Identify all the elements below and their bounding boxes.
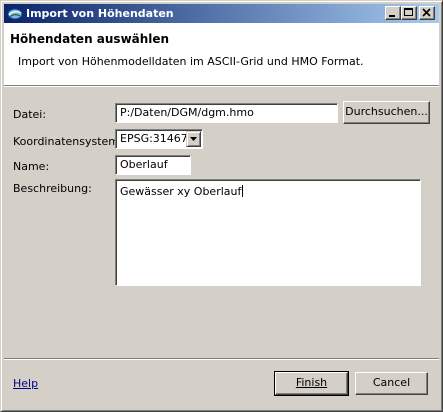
finish-button[interactable]: Finish [274,371,349,396]
crs-dropdown-button[interactable] [186,131,201,147]
page-description: Import von Höhenmodelldaten im ASCII-Gri… [18,55,364,68]
cancel-button[interactable]: Cancel [355,372,428,395]
window-title: Import von Höhendaten [26,7,174,20]
description-textarea[interactable]: Gewässer xy Oberlauf [115,179,421,286]
maximize-button[interactable] [401,6,417,20]
description-label: Beschreibung: [13,182,92,195]
name-label: Name: [13,160,50,173]
finish-button-label: Finish [295,376,328,389]
chevron-down-icon [190,137,197,141]
minimize-button[interactable] [385,6,401,20]
crs-select-value: EPSG:31467 [120,132,188,145]
file-label: Datei: [13,108,47,121]
globe-app-icon [7,8,23,20]
maximize-icon [404,8,413,16]
text-cursor [242,185,244,197]
footer-divider [4,358,439,360]
file-path-input[interactable]: P:/Daten/DGM/dgm.hmo [115,103,338,123]
header-divider [4,85,439,87]
page-title: Höhendaten auswählen [10,32,170,46]
wizard-header: Höhendaten auswählen Import von Höhenmod… [4,23,439,85]
title-bar[interactable]: Import von Höhendaten [4,4,439,23]
minimize-icon [389,15,395,17]
close-icon [422,8,431,17]
cancel-button-label: Cancel [372,376,411,389]
browse-button[interactable]: Durchsuchen... [343,101,430,124]
description-text: Gewässer xy Oberlauf [120,185,242,198]
close-button[interactable] [419,6,435,20]
help-link[interactable]: Help [13,377,38,390]
browse-button-label: Durchsuchen... [345,105,428,118]
import-dialog: Import von Höhendaten Höhendaten auswähl… [0,0,443,412]
name-input[interactable]: Oberlauf [115,155,191,175]
crs-select[interactable]: EPSG:31467 [115,129,203,149]
crs-label: Koordinatensystem: [13,135,123,148]
